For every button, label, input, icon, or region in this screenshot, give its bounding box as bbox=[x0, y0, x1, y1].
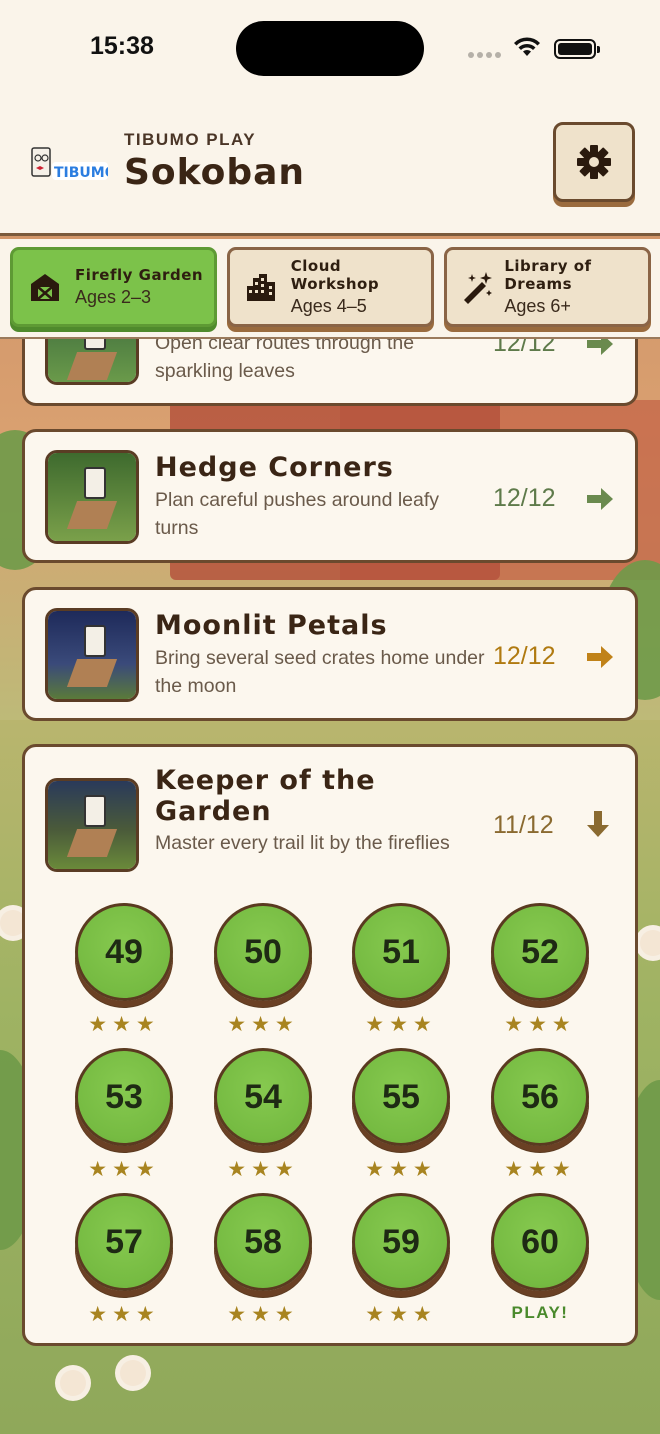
tibumo-logo: TIBUMO bbox=[31, 147, 108, 181]
world-description: Master every trail lit by the fireflies bbox=[155, 832, 450, 854]
star-rating: ★★★ bbox=[88, 1012, 160, 1036]
magic-wand-icon bbox=[457, 265, 496, 309]
level-button-58[interactable]: 58 ★★★ bbox=[213, 1193, 313, 1325]
flower-decoration bbox=[640, 930, 660, 956]
world-title: Keeper of the Garden bbox=[155, 765, 376, 827]
world-title: Moonlit Petals bbox=[155, 610, 388, 641]
page-title: Sokoban bbox=[124, 152, 306, 193]
gear-icon bbox=[577, 145, 611, 179]
star-rating: ★★★ bbox=[227, 1157, 299, 1181]
level-button-52[interactable]: 52 ★★★ bbox=[490, 903, 590, 1035]
star-rating: ★★★ bbox=[227, 1012, 299, 1036]
star-rating: ★★★ bbox=[365, 1302, 437, 1326]
world-card[interactable]: Hedge Corners Plan careful pushes around… bbox=[22, 429, 638, 563]
level-button-56[interactable]: 56 ★★★ bbox=[490, 1048, 590, 1180]
app-header: TIBUMO TIBUMO PLAY Sokoban bbox=[0, 100, 660, 236]
world-thumbnail bbox=[45, 608, 139, 702]
world-description: Bring several seed crates home under the… bbox=[155, 647, 485, 697]
dynamic-island bbox=[236, 21, 424, 76]
tab-ages: Ages 6+ bbox=[504, 296, 571, 316]
level-button-50[interactable]: 50 ★★★ bbox=[213, 903, 313, 1035]
level-button-57[interactable]: 57 ★★★ bbox=[74, 1193, 174, 1325]
world-card-expanded[interactable]: Keeper of the Garden Master every trail … bbox=[22, 744, 638, 1346]
tab-label: Firefly Garden bbox=[75, 266, 204, 284]
star-rating: ★★★ bbox=[365, 1157, 437, 1181]
status-time: 15:38 bbox=[90, 32, 154, 60]
tab-ages: Ages 2–3 bbox=[75, 287, 152, 307]
barn-icon bbox=[23, 265, 67, 309]
battery-icon bbox=[554, 39, 600, 59]
tab-label: Cloud Workshop bbox=[290, 257, 380, 293]
brand-subtitle: TIBUMO PLAY bbox=[124, 130, 257, 149]
arrow-right-icon[interactable] bbox=[585, 644, 615, 674]
age-tabs: Firefly Garden Ages 2–3 Cloud Workshop A… bbox=[0, 239, 660, 339]
world-title: Hedge Corners bbox=[155, 452, 394, 483]
world-description: Plan careful pushes around leafy turns bbox=[155, 489, 440, 539]
star-rating: ★★★ bbox=[504, 1012, 576, 1036]
tab-ages: Ages 4–5 bbox=[290, 296, 367, 316]
star-rating: ★★★ bbox=[88, 1302, 160, 1326]
level-button-53[interactable]: 53 ★★★ bbox=[74, 1048, 174, 1180]
tab-label: Library of Dreams bbox=[504, 257, 592, 293]
buildings-icon bbox=[240, 265, 283, 309]
star-rating: ★★★ bbox=[88, 1157, 160, 1181]
tab-firefly-garden[interactable]: Firefly Garden Ages 2–3 bbox=[10, 247, 217, 327]
level-button-59[interactable]: 59 ★★★ bbox=[351, 1193, 451, 1325]
flower-decoration bbox=[60, 1370, 86, 1396]
level-button-60[interactable]: 60 PLAY! bbox=[490, 1193, 590, 1323]
signal-icon bbox=[468, 52, 502, 58]
wifi-icon bbox=[514, 37, 540, 56]
flower-decoration bbox=[120, 1360, 146, 1386]
level-button-54[interactable]: 54 ★★★ bbox=[213, 1048, 313, 1180]
settings-button[interactable] bbox=[553, 122, 635, 202]
level-button-51[interactable]: 51 ★★★ bbox=[351, 903, 451, 1035]
world-progress: 12/12 bbox=[493, 484, 556, 512]
world-thumbnail bbox=[45, 450, 139, 544]
star-rating: ★★★ bbox=[504, 1157, 576, 1181]
world-progress: 11/12 bbox=[493, 811, 554, 839]
star-rating: ★★★ bbox=[227, 1302, 299, 1326]
svg-text:TIBUMO: TIBUMO bbox=[54, 165, 108, 181]
tab-cloud-workshop[interactable]: Cloud Workshop Ages 4–5 bbox=[227, 247, 434, 327]
arrow-right-icon[interactable] bbox=[585, 486, 615, 516]
play-label: PLAY! bbox=[511, 1303, 569, 1322]
star-rating: ★★★ bbox=[365, 1012, 437, 1036]
arrow-down-icon[interactable] bbox=[585, 809, 611, 843]
world-card[interactable]: Moonlit Petals Bring several seed crates… bbox=[22, 587, 638, 721]
status-bar: 15:38 bbox=[0, 0, 660, 100]
level-button-49[interactable]: 49 ★★★ bbox=[74, 903, 174, 1035]
tab-library-of-dreams[interactable]: Library of Dreams Ages 6+ bbox=[444, 247, 651, 327]
world-thumbnail bbox=[45, 778, 139, 872]
level-button-55[interactable]: 55 ★★★ bbox=[351, 1048, 451, 1180]
world-progress: 12/12 bbox=[493, 642, 556, 670]
